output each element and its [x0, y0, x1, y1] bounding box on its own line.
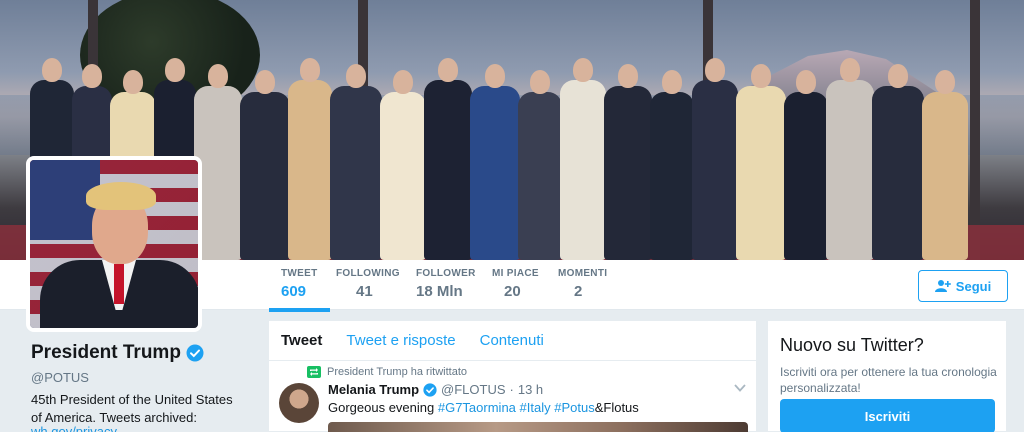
banner-person-head — [705, 58, 725, 82]
stat-tweets[interactable]: TWEET 609 — [269, 268, 329, 312]
stat-value: 20 — [504, 283, 521, 300]
retweet-notice-text[interactable]: President Trump ha ritwittato — [327, 366, 467, 378]
stat-likes[interactable]: MI PIACE 20 — [492, 268, 539, 300]
banner-person — [240, 70, 290, 260]
signup-button[interactable]: Iscriviti — [780, 399, 995, 432]
banner-person-head — [530, 70, 550, 94]
banner-person — [736, 64, 786, 260]
avatar-hair — [86, 182, 156, 210]
banner-person-head — [393, 70, 413, 94]
profile-name[interactable]: President Trump — [31, 342, 204, 364]
tab-tweets-replies[interactable]: Tweet e risposte — [334, 332, 467, 349]
profile-avatar[interactable] — [26, 156, 202, 332]
banner-person — [872, 64, 924, 260]
tweet-separator: · — [509, 382, 514, 397]
signup-panel: Nuovo su Twitter? Iscriviti ora per otte… — [767, 320, 1007, 432]
banner-person-head — [935, 70, 955, 94]
banner-person-head — [123, 70, 143, 94]
stat-value: 609 — [281, 283, 307, 300]
banner-person-head — [165, 58, 185, 82]
retweet-notice: President Trump ha ritwittato — [307, 366, 467, 378]
banner-person-head — [82, 64, 102, 88]
verified-badge-icon — [423, 382, 437, 397]
tab-tweets[interactable]: Tweet — [281, 332, 334, 349]
stat-value: 41 — [356, 283, 373, 300]
stat-label: MI PIACE — [492, 268, 539, 279]
banner-person-head — [208, 64, 228, 88]
banner-person-head — [618, 64, 638, 88]
hashtag-link[interactable]: #Italy — [520, 400, 551, 415]
tweet-author-name[interactable]: Melania Trump — [328, 382, 419, 397]
tweet-media-image[interactable] — [328, 422, 748, 432]
timeline-tabs: Tweet Tweet e risposte Contenuti — [269, 321, 756, 361]
tab-media[interactable]: Contenuti — [468, 332, 556, 349]
banner-person — [424, 58, 472, 260]
stat-value: 18 Mln — [416, 283, 463, 300]
follow-button-label: Segui — [955, 278, 992, 294]
banner-person — [330, 64, 382, 260]
profile-name-text: President Trump — [31, 342, 181, 363]
banner-person — [288, 58, 332, 260]
tweet-text-part: &Flotus — [594, 400, 639, 415]
banner-person — [650, 70, 694, 260]
banner-person — [518, 70, 562, 260]
tweet-text-part: Gorgeous evening — [328, 400, 438, 415]
add-user-icon — [934, 280, 951, 292]
tweet-author-avatar[interactable] — [279, 383, 319, 423]
profile-bio-link[interactable]: wh.gov/privacy — [31, 424, 117, 432]
banner-person-head — [573, 58, 593, 82]
tweet-header: Melania Trump @FLOTUS · 13 h — [328, 382, 543, 397]
banner-pole — [970, 0, 980, 260]
avatar-tie — [114, 264, 124, 304]
hashtag-link[interactable]: #Potus — [554, 400, 594, 415]
banner-person-head — [42, 58, 62, 82]
retweet-icon — [307, 366, 321, 378]
banner-person-head — [485, 64, 505, 88]
verified-badge-icon — [186, 344, 204, 362]
tweet-author-handle[interactable]: @FLOTUS — [441, 382, 505, 397]
banner-person-head — [255, 70, 275, 94]
banner-person — [922, 70, 968, 260]
banner-person-head — [888, 64, 908, 88]
banner-person-head — [346, 64, 366, 88]
tweet-timestamp[interactable]: 13 h — [518, 382, 543, 397]
banner-person-head — [796, 70, 816, 94]
profile-bio: 45th President of the United States of A… — [31, 392, 233, 425]
banner-person-head — [438, 58, 458, 82]
banner-person-head — [751, 64, 771, 88]
stat-label: FOLLOWER — [416, 268, 476, 279]
banner-person — [560, 58, 606, 260]
timeline: Tweet Tweet e risposte Contenuti Preside… — [268, 320, 757, 432]
signup-text: Iscriviti ora per ottenere la tua cronol… — [780, 365, 997, 395]
banner-person-head — [662, 70, 682, 94]
follow-button[interactable]: Segui — [918, 270, 1008, 302]
banner-person — [380, 70, 426, 260]
tweet-text: Gorgeous evening #G7Taormina #Italy #Pot… — [328, 400, 639, 415]
banner-person — [470, 64, 520, 260]
stat-following[interactable]: FOLLOWING 41 — [336, 268, 400, 300]
stat-label: MOMENTI — [558, 268, 608, 279]
profile-handle: @POTUS — [31, 370, 89, 385]
banner-person-head — [840, 58, 860, 82]
banner-person-head — [300, 58, 320, 82]
chevron-down-icon[interactable] — [734, 383, 746, 393]
stat-label: TWEET — [281, 268, 318, 279]
banner-person — [604, 64, 652, 260]
stat-moments[interactable]: MOMENTI 2 — [558, 268, 607, 300]
banner-person — [826, 58, 874, 260]
banner-person — [784, 70, 828, 260]
stat-label: FOLLOWING — [336, 268, 400, 279]
stat-value: 2 — [574, 283, 583, 300]
hashtag-link[interactable]: #G7Taormina — [438, 400, 516, 415]
banner-person — [692, 58, 738, 260]
signup-title: Nuovo su Twitter? — [780, 335, 924, 355]
stat-followers[interactable]: FOLLOWER 18 Mln — [416, 268, 476, 300]
